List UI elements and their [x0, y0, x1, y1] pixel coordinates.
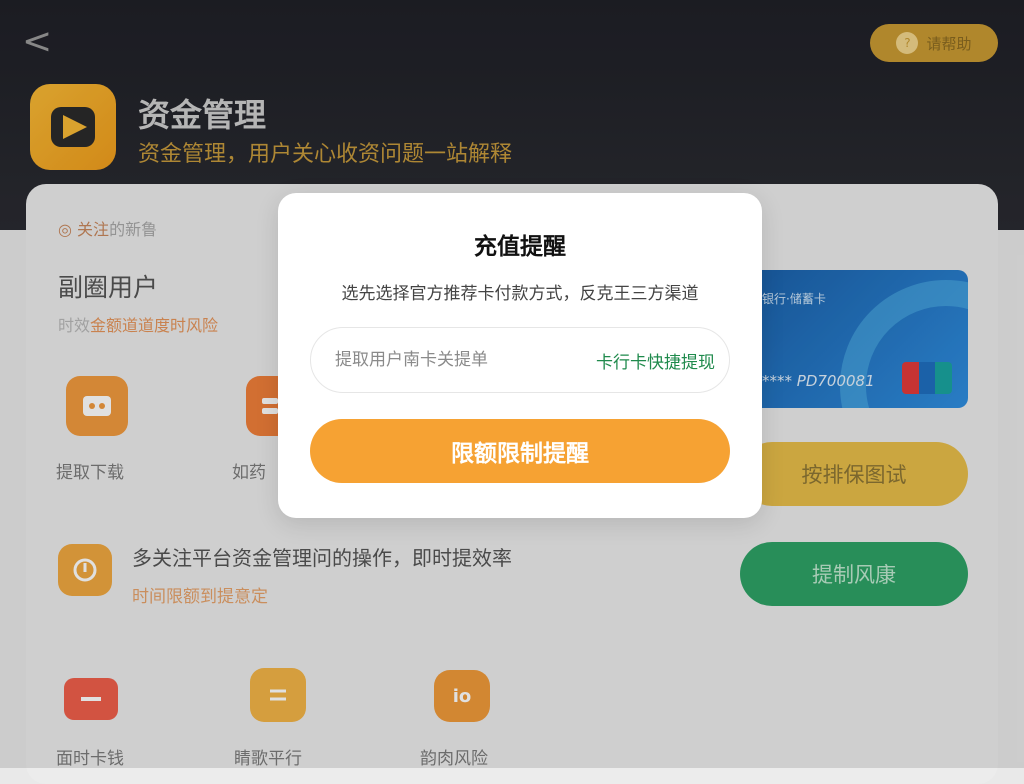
card-input[interactable] [333, 349, 577, 371]
dialog-title: 充值提醒 [474, 234, 566, 260]
dialog-description: 选先选择官方推荐卡付款方式，反克王三方渠道 [341, 284, 699, 304]
quick-withdraw-link[interactable]: 卡行卡快捷提现 [596, 348, 715, 373]
recharge-reminder-dialog: 充值提醒 选先选择官方推荐卡付款方式，反克王三方渠道 卡行卡快捷提现 限额限制提… [278, 193, 762, 518]
limit-reminder-button[interactable]: 限额限制提醒 [310, 419, 730, 483]
card-input-field[interactable]: 卡行卡快捷提现 [310, 327, 730, 393]
